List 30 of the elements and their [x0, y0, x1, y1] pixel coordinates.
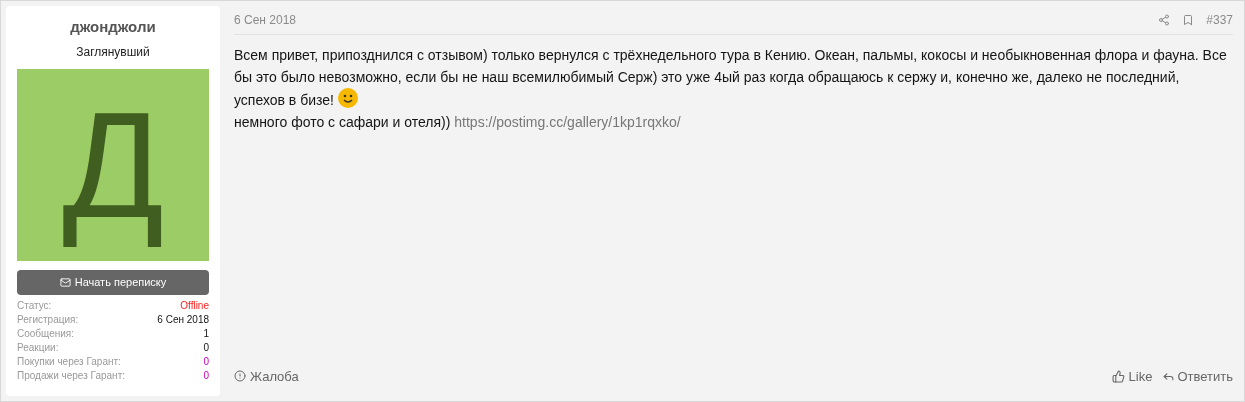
stat-label: Реакции: [17, 340, 59, 355]
post-text: немного фото с сафари и отеля)) [234, 114, 451, 130]
reply-button[interactable]: Ответить [1162, 366, 1233, 386]
stat-value: Offline [180, 298, 209, 313]
smiley-icon [337, 88, 358, 108]
stat-label: Покупки через Гарант: [17, 354, 121, 369]
mail-icon [59, 276, 71, 288]
user-title: Заглянувший [76, 43, 150, 61]
stat-value: 0 [203, 354, 209, 369]
stat-label: Регистрация: [17, 312, 79, 327]
stat-value: 1 [203, 326, 209, 341]
alert-icon [234, 370, 246, 383]
stat-label: Продажи через Гарант: [17, 368, 125, 383]
gallery-link[interactable]: https://postimg.cc/gallery/1kp1rqxko/ [454, 114, 681, 130]
stat-label: Статус: [17, 298, 52, 313]
stat-value: 6 Сен 2018 [157, 312, 209, 327]
report-button[interactable]: Жалоба [234, 366, 299, 386]
start-conversation-button[interactable]: Начать переписку [17, 269, 209, 295]
post-date[interactable]: 6 Сен 2018 [234, 11, 296, 29]
post-text: успехов в бизе! [234, 91, 334, 110]
stat-value: 0 [203, 368, 209, 383]
stat-label: Сообщения: [17, 326, 75, 341]
username[interactable]: джонджоли [70, 16, 156, 39]
share-icon[interactable] [1158, 14, 1171, 26]
thumbs-up-icon [1111, 369, 1125, 383]
like-button[interactable]: Like [1111, 366, 1153, 386]
post-number[interactable]: #337 [1206, 11, 1233, 29]
bookmark-icon[interactable] [1182, 14, 1195, 26]
stat-value: 0 [203, 340, 209, 355]
avatar[interactable]: Д [17, 68, 209, 261]
